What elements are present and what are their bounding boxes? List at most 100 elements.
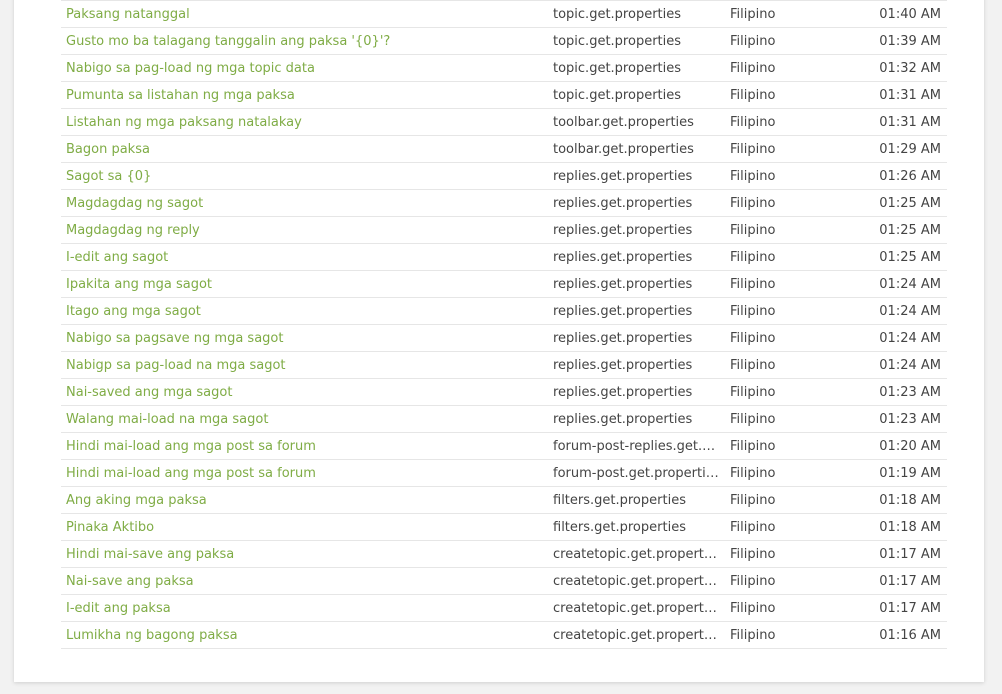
time-cell: 01:32 AM	[879, 60, 941, 76]
phrase-cell: Gusto mo ba talagang tanggalin ang paksa…	[61, 28, 548, 55]
phrase-cell: Sagot sa {0}	[61, 163, 548, 190]
language-cell: Filipino	[730, 330, 776, 346]
resource-cell: replies.get.properties	[553, 222, 693, 238]
phrase-cell: Magdagdag ng sagot	[61, 190, 548, 217]
phrase-link[interactable]: Lumikha ng bagong paksa	[66, 628, 238, 643]
time-cell: 01:39 AM	[879, 33, 941, 49]
phrase-link[interactable]: I-edit ang sagot	[66, 250, 168, 265]
phrase-link[interactable]: Pinaka Aktibo	[66, 520, 154, 535]
table-row: I-edit ang sagot replies.get.properties …	[61, 243, 947, 271]
phrase-link[interactable]: Walang mai-load na mga sagot	[66, 412, 268, 427]
phrases-table: Paksang natanggal topic.get.properties F…	[61, 0, 947, 649]
phrase-link[interactable]: Pumunta sa listahan ng mga paksa	[66, 88, 295, 103]
phrase-link[interactable]: Nabigo sa pagsave ng mga sagot	[66, 331, 283, 346]
phrase-link[interactable]: Hindi mai-save ang paksa	[66, 547, 234, 562]
time-cell: 01:18 AM	[879, 519, 941, 535]
language-cell: Filipino	[730, 573, 776, 589]
phrase-cell: Hindi mai-load ang mga post sa forum	[61, 433, 548, 460]
language-cell: Filipino	[730, 114, 776, 130]
phrase-cell: Listahan ng mga paksang natalakay	[61, 109, 548, 136]
time-cell: 01:40 AM	[879, 6, 941, 22]
language-cell: Filipino	[730, 87, 776, 103]
table-row: Paksang natanggal topic.get.properties F…	[61, 0, 947, 28]
phrase-link[interactable]: Ipakita ang mga sagot	[66, 277, 212, 292]
resource-cell: topic.get.properties	[553, 87, 682, 103]
time-cell: 01:31 AM	[879, 87, 941, 103]
phrase-link[interactable]: Magdagdag ng reply	[66, 223, 200, 238]
resource-cell: createtopic.get.properties	[553, 546, 723, 562]
phrase-link[interactable]: Magdagdag ng sagot	[66, 196, 203, 211]
phrase-link[interactable]: Gusto mo ba talagang tanggalin ang paksa…	[66, 34, 390, 49]
table-row: Sagot sa {0} replies.get.properties Fili…	[61, 162, 947, 190]
table-row: Itago ang mga sagot replies.get.properti…	[61, 297, 947, 325]
phrase-cell: Walang mai-load na mga sagot	[61, 406, 548, 433]
time-cell: 01:24 AM	[879, 276, 941, 292]
phrase-cell: I-edit ang sagot	[61, 244, 548, 271]
table-row: Hindi mai-load ang mga post sa forum for…	[61, 459, 947, 487]
phrase-link[interactable]: Nabigo sa pag-load ng mga topic data	[66, 61, 315, 76]
table-row: Gusto mo ba talagang tanggalin ang paksa…	[61, 27, 947, 55]
table-row: Nai-saved ang mga sagot replies.get.prop…	[61, 378, 947, 406]
phrase-cell: Hindi mai-save ang paksa	[61, 541, 548, 568]
phrase-link[interactable]: Ang aking mga paksa	[66, 493, 207, 508]
resource-cell: topic.get.properties	[553, 60, 682, 76]
language-cell: Filipino	[730, 411, 776, 427]
table-row: Nabigo sa pag-load ng mga topic data top…	[61, 54, 947, 82]
time-cell: 01:19 AM	[879, 465, 941, 481]
phrase-link[interactable]: Nabigp sa pag-load na mga sagot	[66, 358, 286, 373]
phrase-cell: Hindi mai-load ang mga post sa forum	[61, 460, 548, 487]
phrases-table-body: Paksang natanggal topic.get.properties F…	[61, 0, 947, 649]
language-cell: Filipino	[730, 249, 776, 265]
language-cell: Filipino	[730, 303, 776, 319]
phrase-cell: Pinaka Aktibo	[61, 514, 548, 541]
language-cell: Filipino	[730, 438, 776, 454]
time-cell: 01:23 AM	[879, 384, 941, 400]
language-cell: Filipino	[730, 195, 776, 211]
table-row: Hindi mai-save ang paksa createtopic.get…	[61, 540, 947, 568]
resource-cell: replies.get.properties	[553, 357, 693, 373]
phrase-link[interactable]: Nai-save ang paksa	[66, 574, 194, 589]
time-cell: 01:26 AM	[879, 168, 941, 184]
phrase-cell: Magdagdag ng reply	[61, 217, 548, 244]
phrase-link[interactable]: I-edit ang paksa	[66, 601, 171, 616]
resource-cell: filters.get.properties	[553, 492, 686, 508]
phrase-cell: Pumunta sa listahan ng mga paksa	[61, 82, 548, 109]
time-cell: 01:31 AM	[879, 114, 941, 130]
resource-cell: replies.get.properties	[553, 303, 693, 319]
time-cell: 01:17 AM	[879, 600, 941, 616]
phrase-link[interactable]: Hindi mai-load ang mga post sa forum	[66, 439, 316, 454]
resource-cell: forum-post-replies.get.properties	[553, 438, 725, 454]
phrase-link[interactable]: Nai-saved ang mga sagot	[66, 385, 232, 400]
phrase-link[interactable]: Sagot sa {0}	[66, 169, 151, 184]
language-cell: Filipino	[730, 519, 776, 535]
phrase-cell: Lumikha ng bagong paksa	[61, 622, 548, 649]
table-row: Ang aking mga paksa filters.get.properti…	[61, 486, 947, 514]
language-cell: Filipino	[730, 357, 776, 373]
phrase-link[interactable]: Itago ang mga sagot	[66, 304, 201, 319]
time-cell: 01:25 AM	[879, 222, 941, 238]
language-cell: Filipino	[730, 600, 776, 616]
time-cell: 01:25 AM	[879, 249, 941, 265]
time-cell: 01:17 AM	[879, 573, 941, 589]
resource-cell: replies.get.properties	[553, 330, 693, 346]
language-cell: Filipino	[730, 6, 776, 22]
time-cell: 01:20 AM	[879, 438, 941, 454]
phrase-link[interactable]: Bagon paksa	[66, 142, 150, 157]
time-cell: 01:24 AM	[879, 357, 941, 373]
resource-cell: forum-post.get.properties	[553, 465, 721, 481]
table-row: Lumikha ng bagong paksa createtopic.get.…	[61, 621, 947, 649]
resource-cell: toolbar.get.properties	[553, 141, 694, 157]
table-row: Magdagdag ng sagot replies.get.propertie…	[61, 189, 947, 217]
language-cell: Filipino	[730, 60, 776, 76]
phrase-link[interactable]: Listahan ng mga paksang natalakay	[66, 115, 302, 130]
phrase-link[interactable]: Hindi mai-load ang mga post sa forum	[66, 466, 316, 481]
language-cell: Filipino	[730, 384, 776, 400]
phrase-cell: Itago ang mga sagot	[61, 298, 548, 325]
language-cell: Filipino	[730, 627, 776, 643]
phrase-cell: Nabigo sa pagsave ng mga sagot	[61, 325, 548, 352]
language-cell: Filipino	[730, 276, 776, 292]
phrase-link[interactable]: Paksang natanggal	[66, 7, 190, 22]
table-row: Walang mai-load na mga sagot replies.get…	[61, 405, 947, 433]
resource-cell: replies.get.properties	[553, 411, 693, 427]
resource-cell: filters.get.properties	[553, 519, 686, 535]
